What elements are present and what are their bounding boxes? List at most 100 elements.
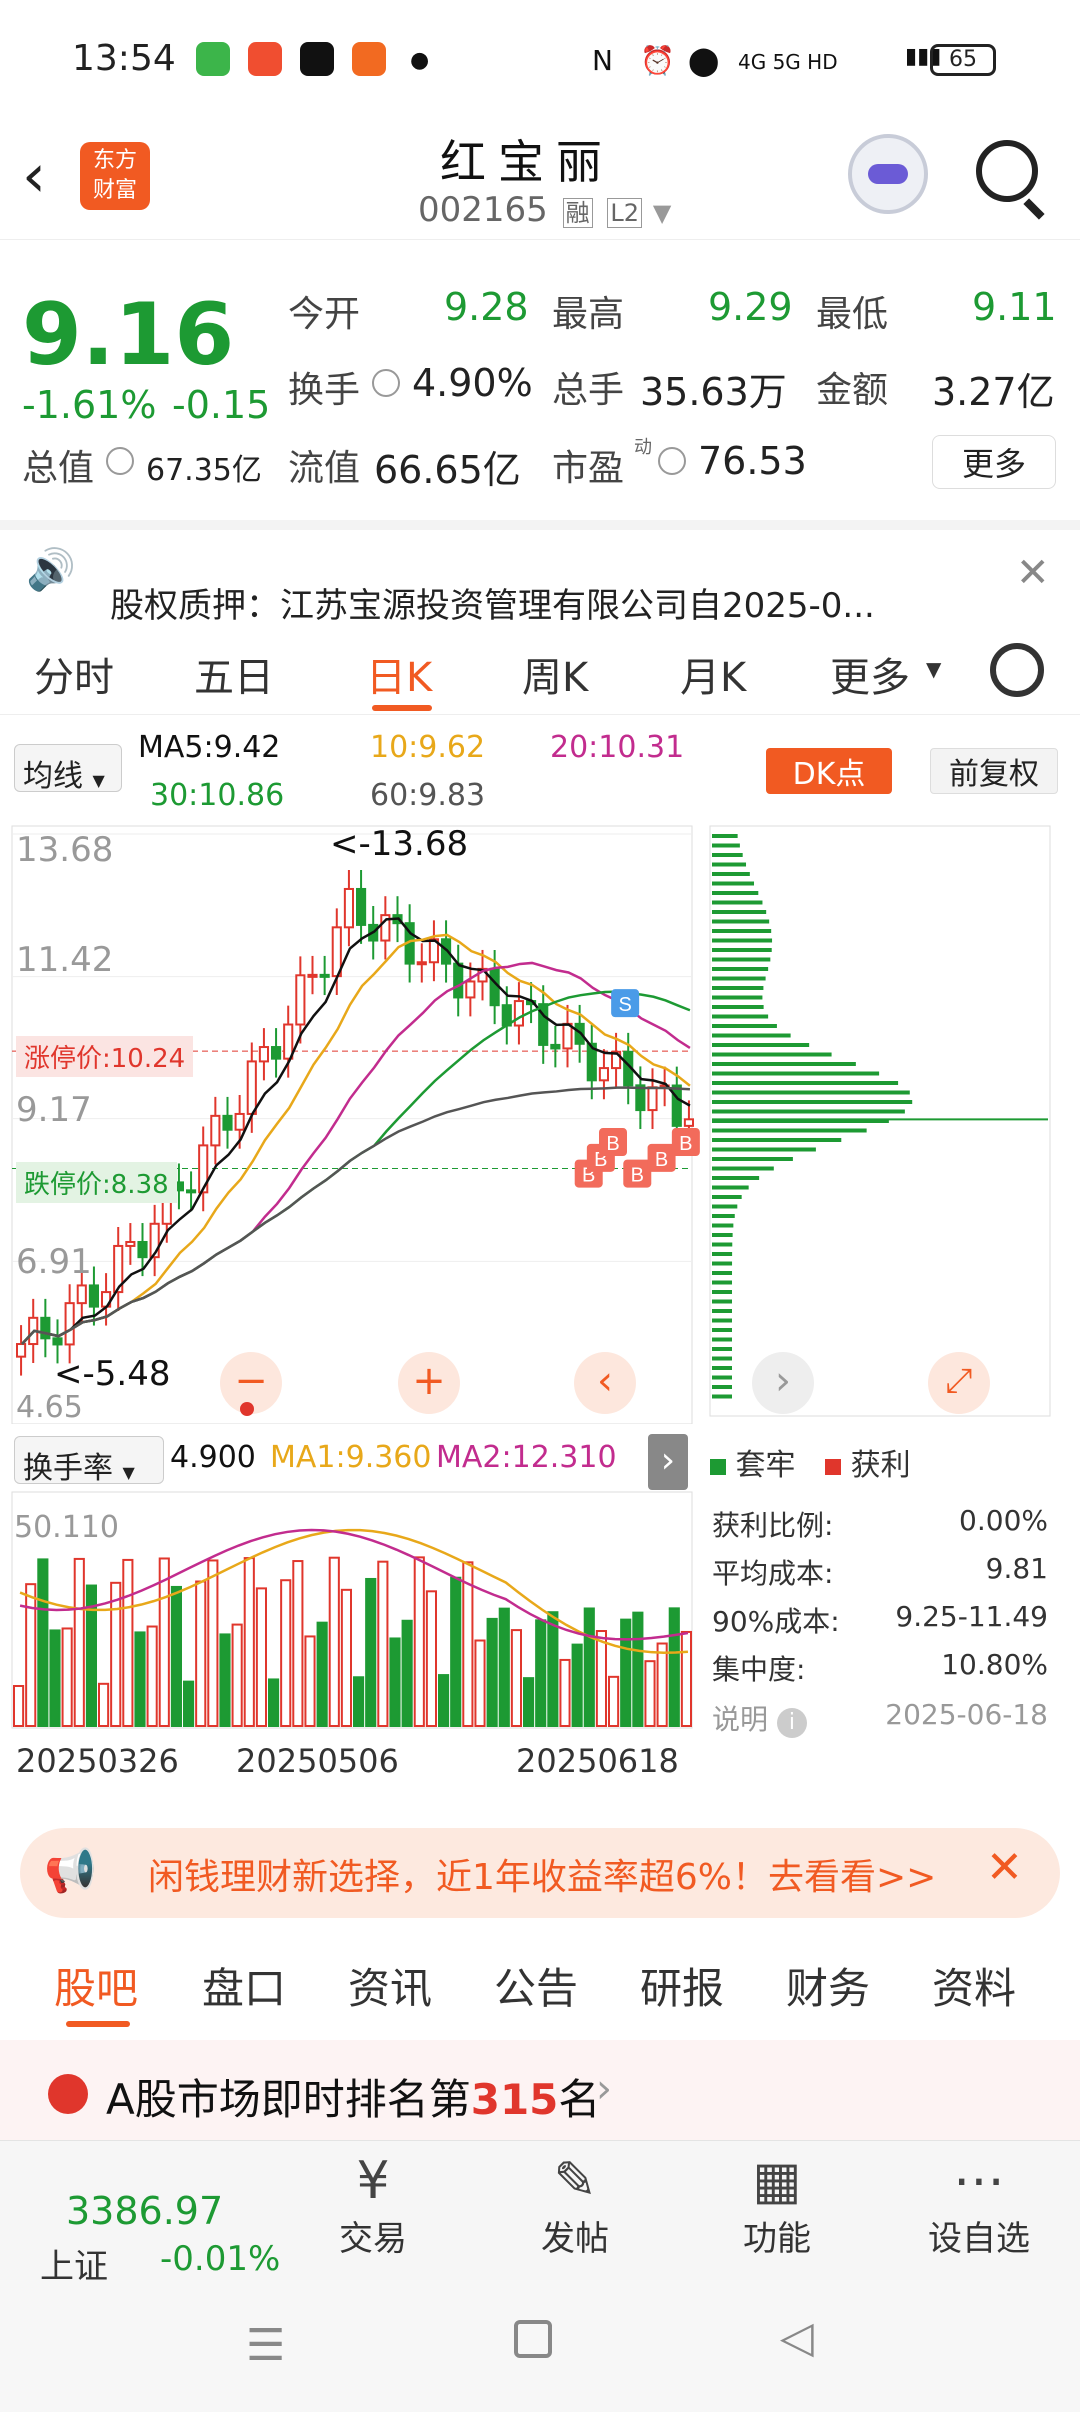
tab-weekly-k[interactable]: 周K xyxy=(522,645,588,703)
chip-bar xyxy=(712,900,763,905)
home-icon[interactable] xyxy=(514,2320,552,2358)
chip-bar xyxy=(712,862,747,867)
tab-guba[interactable]: 股吧 xyxy=(54,1955,138,2016)
active-tab-underline xyxy=(372,705,432,711)
chip-bar xyxy=(712,1166,774,1171)
chip-bar xyxy=(712,1290,733,1294)
ma-select[interactable]: 均线 ▼ xyxy=(14,744,122,794)
stock-header: ‹ 东方 财富 红宝丽 002165 融 L2 ▼ xyxy=(0,120,1080,240)
add-watchlist-button[interactable]: ⋯ 设自选 xyxy=(914,2151,1044,2260)
trade-label: 交易 xyxy=(339,2219,407,2259)
rank-banner[interactable]: A股市场即时排名第315名 › xyxy=(0,2040,1080,2140)
candle-body xyxy=(671,1084,682,1127)
close-icon[interactable]: ✕ xyxy=(986,1842,1023,1893)
search-icon[interactable] xyxy=(976,140,1038,202)
pe-superscript: 动 xyxy=(634,437,652,458)
promo-banner[interactable]: 📢 闲钱理财新选择，近1年收益率超6%！去看看>> ✕ xyxy=(20,1828,1060,1918)
turnover-bar xyxy=(547,1611,559,1727)
candle-body xyxy=(562,1022,573,1050)
turnover-bar xyxy=(668,1607,680,1727)
tab-yanbao[interactable]: 研报 xyxy=(640,1955,724,2016)
tab-gonggao[interactable]: 公告 xyxy=(494,1955,578,2016)
mktcap-value: 67.35亿 xyxy=(146,453,262,488)
more-dots-icon: ⋯ xyxy=(953,2151,1005,2211)
chip-distribution-chart[interactable] xyxy=(708,824,1060,1424)
turnover-bar xyxy=(340,1588,353,1727)
turnover-bar xyxy=(535,1619,547,1728)
chip-bar xyxy=(712,986,764,990)
expand-icon[interactable]: ⤢ xyxy=(928,1352,990,1414)
tab-monthly-k[interactable]: 月K xyxy=(680,645,746,703)
trade-button[interactable]: ¥ 交易 xyxy=(318,2151,428,2260)
tab-daily-k[interactable]: 日K xyxy=(366,645,432,703)
float-value: 66.65亿 xyxy=(374,448,521,492)
explain-label: 说明 xyxy=(712,1703,769,1736)
turnover-bar xyxy=(401,1619,413,1728)
turnover-bar xyxy=(413,1556,425,1727)
chip-bar xyxy=(712,1309,733,1313)
turnover-select[interactable]: 换手率 ▼ xyxy=(14,1436,164,1486)
panel-expand-button[interactable]: › xyxy=(648,1434,688,1490)
y-label-bottom: 4.65 xyxy=(16,1390,83,1425)
close-icon[interactable]: ✕ xyxy=(1016,550,1050,596)
turnover-bar xyxy=(61,1627,73,1727)
notice-bar[interactable]: 🔊 股权质押：江苏宝源投资管理有限公司自2025-0... ✕ xyxy=(0,520,1080,626)
turnover-bar xyxy=(255,1587,268,1727)
index-widget[interactable]: 3386.97 上证 -0.01% xyxy=(30,2155,290,2287)
chip-row: 获利比例: 0.00% xyxy=(712,1504,1048,1544)
turnover-bar xyxy=(462,1561,474,1727)
back-arrow-icon[interactable]: ‹ xyxy=(22,146,46,206)
more-button[interactable]: 更多 xyxy=(932,435,1056,489)
chip-bar xyxy=(712,1223,734,1228)
logo-line-2: 财富 xyxy=(92,178,137,203)
back-icon[interactable]: ◁ xyxy=(780,2312,814,2363)
kline-chart-area[interactable]: BBBBBBS 13.68 11.42 9.17 6.91 4.65 <-13.… xyxy=(0,824,1080,1814)
kline-chart[interactable]: BBBBBBS xyxy=(10,824,710,1424)
zoom-in-button[interactable]: + xyxy=(398,1352,460,1414)
tab-caiwu[interactable]: 财务 xyxy=(786,1955,870,2016)
tab-zixun[interactable]: 资讯 xyxy=(348,1955,432,2016)
stock-code-row[interactable]: 002165 融 L2 ▼ xyxy=(418,190,671,230)
amount-value: 3.27亿 xyxy=(932,370,1055,414)
candle-body xyxy=(234,1112,245,1131)
chip-bar xyxy=(712,834,738,838)
chip-bar xyxy=(712,1071,880,1076)
post-button[interactable]: ✎ 发帖 xyxy=(520,2151,630,2260)
high-label: 最高 xyxy=(552,294,625,335)
tab-wuri[interactable]: 五日 xyxy=(194,645,274,703)
menu-icon[interactable]: ☰ xyxy=(246,2320,285,2371)
bottom-bar: 3386.97 上证 -0.01% ¥ 交易 ✎ 发帖 ▦ 功能 ⋯ 设自选 xyxy=(0,2140,1080,2287)
chip-row: 集中度: 10.80% xyxy=(712,1648,1048,1688)
dk-button[interactable]: DK点 xyxy=(766,748,892,794)
turnover-bar xyxy=(353,1676,365,1728)
turnover-bar xyxy=(25,1583,37,1728)
chip-row-label: 获利比例: xyxy=(712,1509,834,1542)
chip-bar xyxy=(712,1214,735,1218)
info-circle-icon[interactable] xyxy=(658,447,686,475)
robot-avatar-icon[interactable] xyxy=(848,134,928,214)
rank-number: 315 xyxy=(470,2075,559,2124)
turnover-select-label: 换手率 xyxy=(23,1451,113,1486)
scroll-left-button[interactable]: ‹ xyxy=(574,1352,636,1414)
battery-icon: 65 xyxy=(930,44,996,76)
info-circle-icon[interactable] xyxy=(372,369,400,397)
turnover-bar xyxy=(571,1643,583,1727)
info-circle-icon[interactable] xyxy=(106,447,134,475)
tab-ziliao[interactable]: 资料 xyxy=(932,1955,1016,2016)
gear-icon[interactable] xyxy=(990,643,1044,697)
chip-row-label: 平均成本: xyxy=(712,1557,834,1590)
chip-explain[interactable]: 说明 i 2025-06-18 xyxy=(712,1698,1048,1738)
tab-fenshi[interactable]: 分时 xyxy=(34,645,114,703)
function-button[interactable]: ▦ 功能 xyxy=(722,2151,832,2260)
limit-up-label: 涨停价:10.24 xyxy=(16,1036,194,1077)
tab-more[interactable]: 更多 xyxy=(830,645,910,703)
chip-bar xyxy=(712,1024,777,1028)
tab-pankou[interactable]: 盘口 xyxy=(202,1955,286,2016)
candle-body xyxy=(125,1240,136,1247)
post-label: 发帖 xyxy=(541,2219,609,2259)
network-icon: 4G 5G HD xyxy=(738,50,838,74)
ma60-label: 60:9.83 xyxy=(370,778,486,813)
fq-button[interactable]: 前复权 xyxy=(930,748,1058,794)
ma-toolbar: 均线 ▼ MA5:9.42 10:9.62 20:10.31 30:10.86 … xyxy=(0,722,1080,822)
chip-right-button[interactable]: › xyxy=(752,1352,814,1414)
